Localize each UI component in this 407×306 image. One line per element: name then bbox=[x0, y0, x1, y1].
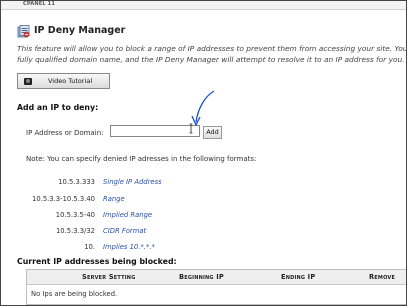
formats-note: Note: You can specify denied IP adresses… bbox=[26, 155, 257, 163]
ip-field-label: IP Address or Domain: bbox=[26, 129, 104, 137]
table-header: Server Setting Beginning IP Ending IP Re… bbox=[27, 270, 406, 285]
ip-deny-manager-icon bbox=[17, 25, 30, 38]
empty-message: No Ips are being blocked. bbox=[31, 290, 118, 298]
format-row: 10.5.3.333 Single IP Address bbox=[1, 178, 301, 189]
video-camera-icon bbox=[24, 78, 32, 85]
format-desc: Range bbox=[103, 195, 125, 203]
top-bar: CPANEL 11 bbox=[1, 1, 406, 10]
format-ip: 10.5.3.3-10.5.3.40 bbox=[32, 195, 95, 203]
intro-line-1: This feature will allow you to block a r… bbox=[17, 44, 407, 53]
column-beginning-ip[interactable]: Beginning IP bbox=[179, 273, 224, 281]
blocked-heading: Current IP addresses being blocked: bbox=[17, 257, 177, 266]
video-tutorial-button[interactable]: Video Tutorial bbox=[17, 73, 110, 89]
column-remove[interactable]: Remove bbox=[369, 273, 395, 281]
cpanel-window: CPANEL 11 IP Deny Manager This feature w… bbox=[0, 0, 407, 306]
format-desc: Implied Range bbox=[103, 211, 153, 219]
format-row: 10.5.3.3/32 CIDR Format bbox=[1, 227, 301, 238]
format-ip: 10.5.3.333 bbox=[58, 178, 95, 186]
video-tutorial-label: Video Tutorial bbox=[48, 77, 93, 85]
blocked-ips-table: Server Setting Beginning IP Ending IP Re… bbox=[26, 269, 406, 305]
format-desc: Implies 10.*.*.* bbox=[103, 243, 155, 251]
page-title: IP Deny Manager bbox=[34, 25, 126, 36]
format-ip: 10.5.3.5-40 bbox=[55, 211, 95, 219]
column-server-setting[interactable]: Server Setting bbox=[82, 273, 136, 281]
format-row: 10. Implies 10.*.*.* bbox=[1, 243, 301, 254]
annotation-arrow-icon bbox=[189, 90, 215, 134]
intro-text: This feature will allow you to block a r… bbox=[17, 44, 407, 65]
format-row: 10.5.3.3-10.5.3.40 Range bbox=[1, 195, 301, 206]
format-ip: 10.5.3.3/32 bbox=[55, 227, 95, 235]
format-desc: CIDR Format bbox=[103, 227, 147, 235]
intro-line-2: fully qualified domain name, and the IP … bbox=[17, 54, 405, 64]
cpanel-brand: CPANEL 11 bbox=[23, 1, 56, 7]
format-ip: 10. bbox=[84, 243, 95, 251]
add-ip-heading: Add an IP to deny: bbox=[17, 103, 99, 112]
column-ending-ip[interactable]: Ending IP bbox=[281, 273, 315, 281]
format-desc: Single IP Address bbox=[103, 178, 162, 186]
format-row: 10.5.3.5-40 Implied Range bbox=[1, 211, 301, 222]
